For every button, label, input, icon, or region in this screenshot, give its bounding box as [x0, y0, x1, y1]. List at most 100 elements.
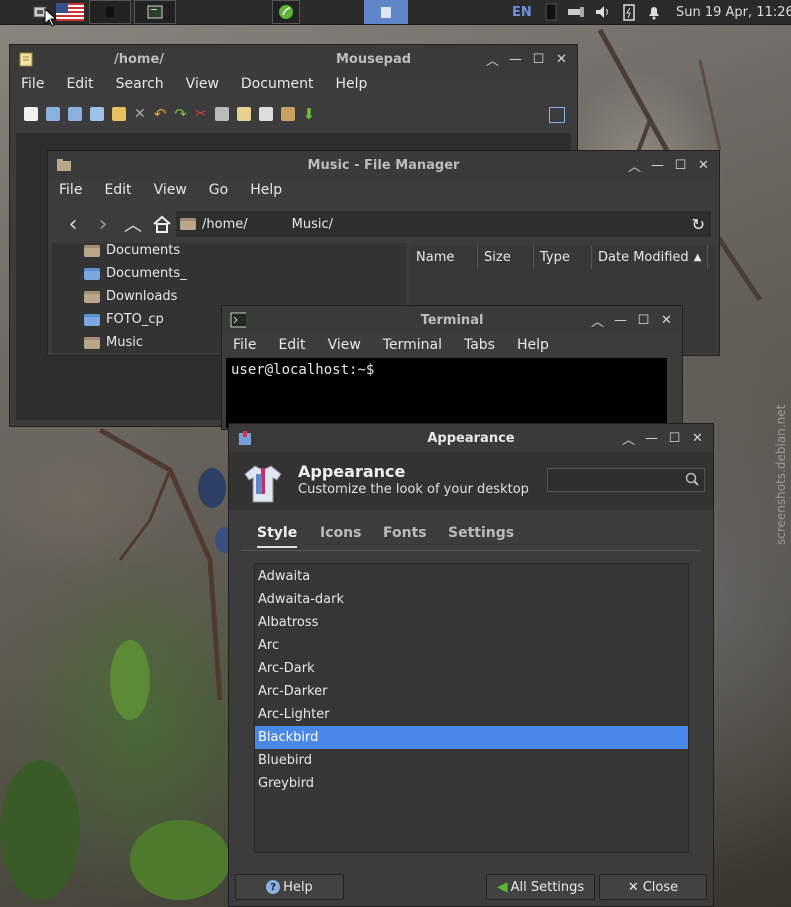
menu-help[interactable]: Help	[506, 337, 560, 353]
battery-icon[interactable]	[616, 3, 642, 21]
close-doc-icon[interactable]: ✕	[134, 106, 146, 122]
mousepad-titlebar[interactable]: /home/ Mousepad ︿ — ☐ ✕	[10, 45, 577, 73]
clock[interactable]: Sun 19 Apr, 11:26	[666, 5, 791, 20]
app-menu-icon[interactable]	[28, 0, 52, 24]
network-icon[interactable]	[562, 5, 590, 19]
taskbar-task-leaf[interactable]	[272, 0, 300, 24]
column-name[interactable]: Name	[410, 245, 478, 269]
tab-fonts[interactable]: Fonts	[383, 525, 427, 541]
reload-icon[interactable]	[112, 107, 126, 121]
menu-file[interactable]: File	[222, 337, 267, 353]
terminal-titlebar[interactable]: Terminal ︿ — ☐ ✕	[222, 306, 682, 334]
theme-item[interactable]: Arc-Dark	[255, 657, 688, 680]
maximize-button[interactable]: ☐	[527, 49, 550, 69]
undo-icon[interactable]: ↶	[154, 105, 167, 123]
theme-item-selected[interactable]: Blackbird	[255, 726, 688, 749]
notification-icon[interactable]	[642, 4, 666, 20]
redo-icon[interactable]: ↷	[174, 105, 187, 123]
theme-item[interactable]: Arc	[255, 634, 688, 657]
save-as-icon[interactable]	[90, 107, 104, 121]
theme-item[interactable]: Greybird	[255, 772, 688, 795]
flag-us-icon[interactable]	[55, 0, 85, 24]
menu-help[interactable]: Help	[239, 182, 293, 198]
keyboard-icon[interactable]	[540, 3, 562, 21]
close-button[interactable]: ✕	[686, 428, 709, 448]
appearance-search-input[interactable]	[547, 468, 705, 492]
volume-icon[interactable]	[590, 5, 616, 19]
taskbar-task-1[interactable]	[89, 0, 131, 24]
taskbar-task-active[interactable]	[364, 0, 408, 24]
location-bar[interactable]: /home/ Music/ ↻	[176, 211, 711, 237]
shade-button[interactable]: ︿	[481, 49, 504, 69]
menu-terminal[interactable]: Terminal	[372, 337, 453, 353]
maximize-button[interactable]: ☐	[669, 155, 692, 175]
back-button[interactable]: ‹	[58, 212, 88, 237]
up-button[interactable]: ︿	[118, 211, 148, 237]
menu-view[interactable]: View	[175, 76, 230, 92]
path-leaf[interactable]: Music/	[292, 217, 333, 232]
terminal-screen[interactable]: user@localhost:~$	[226, 358, 667, 428]
menu-view[interactable]: View	[317, 337, 372, 353]
column-type[interactable]: Type	[534, 245, 592, 269]
menu-help[interactable]: Help	[324, 76, 378, 92]
appearance-titlebar[interactable]: Appearance ︿ — ☐ ✕	[229, 424, 713, 452]
tab-settings[interactable]: Settings	[448, 525, 514, 541]
minimize-button[interactable]: —	[504, 49, 527, 69]
sidebar-item-documents[interactable]: Documents	[84, 243, 406, 262]
folder-icon	[84, 336, 100, 349]
path-root[interactable]: /home/	[202, 217, 248, 232]
menu-tabs[interactable]: Tabs	[453, 337, 506, 353]
column-size[interactable]: Size	[478, 245, 534, 269]
menu-edit[interactable]: Edit	[267, 337, 316, 353]
forward-button[interactable]: ›	[88, 212, 118, 237]
menu-file[interactable]: File	[48, 182, 93, 198]
menu-file[interactable]: File	[10, 76, 55, 92]
menu-view[interactable]: View	[143, 182, 198, 198]
open-icon[interactable]	[46, 107, 60, 121]
close-button[interactable]: ✕	[550, 49, 573, 69]
goto-icon[interactable]: ⬇	[303, 105, 316, 123]
new-icon[interactable]	[24, 107, 38, 121]
menu-edit[interactable]: Edit	[93, 182, 142, 198]
theme-list[interactable]: Adwaita Adwaita-dark Albatross Arc Arc-D…	[254, 563, 689, 853]
help-button[interactable]: ? Help	[235, 874, 344, 900]
theme-item[interactable]: Albatross	[255, 611, 688, 634]
maximize-button[interactable]: ☐	[663, 428, 686, 448]
close-button[interactable]: ✕	[655, 310, 678, 330]
cut-icon[interactable]: ✂	[195, 106, 207, 122]
maximize-button[interactable]: ☐	[632, 310, 655, 330]
fullscreen-icon[interactable]	[549, 107, 565, 123]
menu-go[interactable]: Go	[198, 182, 239, 198]
theme-item[interactable]: Adwaita-dark	[255, 588, 688, 611]
menu-edit[interactable]: Edit	[55, 76, 104, 92]
shade-button[interactable]: ︿	[623, 155, 646, 175]
menu-search[interactable]: Search	[105, 76, 175, 92]
theme-item[interactable]: Adwaita	[255, 565, 688, 588]
theme-item[interactable]: Arc-Lighter	[255, 703, 688, 726]
copy-icon[interactable]	[214, 107, 229, 121]
sidebar-item-documents-copy[interactable]: Documents_	[84, 262, 406, 285]
keyboard-layout[interactable]: EN	[512, 5, 540, 20]
tab-icons[interactable]: Icons	[320, 525, 361, 541]
save-icon[interactable]	[68, 107, 82, 121]
minimize-button[interactable]: —	[646, 155, 669, 175]
minimize-button[interactable]: —	[640, 428, 663, 448]
shade-button[interactable]: ︿	[617, 428, 640, 448]
file-manager-titlebar[interactable]: Music - File Manager ︿ — ☐ ✕	[48, 151, 719, 179]
taskbar-task-terminal[interactable]	[134, 0, 176, 24]
close-button[interactable]: ✕	[692, 155, 715, 175]
find-icon[interactable]	[258, 107, 273, 121]
replace-icon[interactable]	[280, 107, 295, 121]
column-date-modified[interactable]: Date Modified ▲	[592, 245, 708, 269]
minimize-button[interactable]: —	[609, 310, 632, 330]
paste-icon[interactable]	[236, 107, 251, 121]
theme-item[interactable]: Arc-Darker	[255, 680, 688, 703]
shade-button[interactable]: ︿	[586, 310, 609, 330]
menu-document[interactable]: Document	[230, 76, 325, 92]
close-dialog-button[interactable]: ✕ Close	[599, 874, 707, 900]
all-settings-button[interactable]: ◀ All Settings	[486, 874, 595, 900]
home-icon[interactable]	[148, 215, 176, 233]
refresh-icon[interactable]: ↻	[692, 215, 705, 234]
tab-style[interactable]: Style	[257, 525, 298, 548]
theme-item[interactable]: Bluebird	[255, 749, 688, 772]
